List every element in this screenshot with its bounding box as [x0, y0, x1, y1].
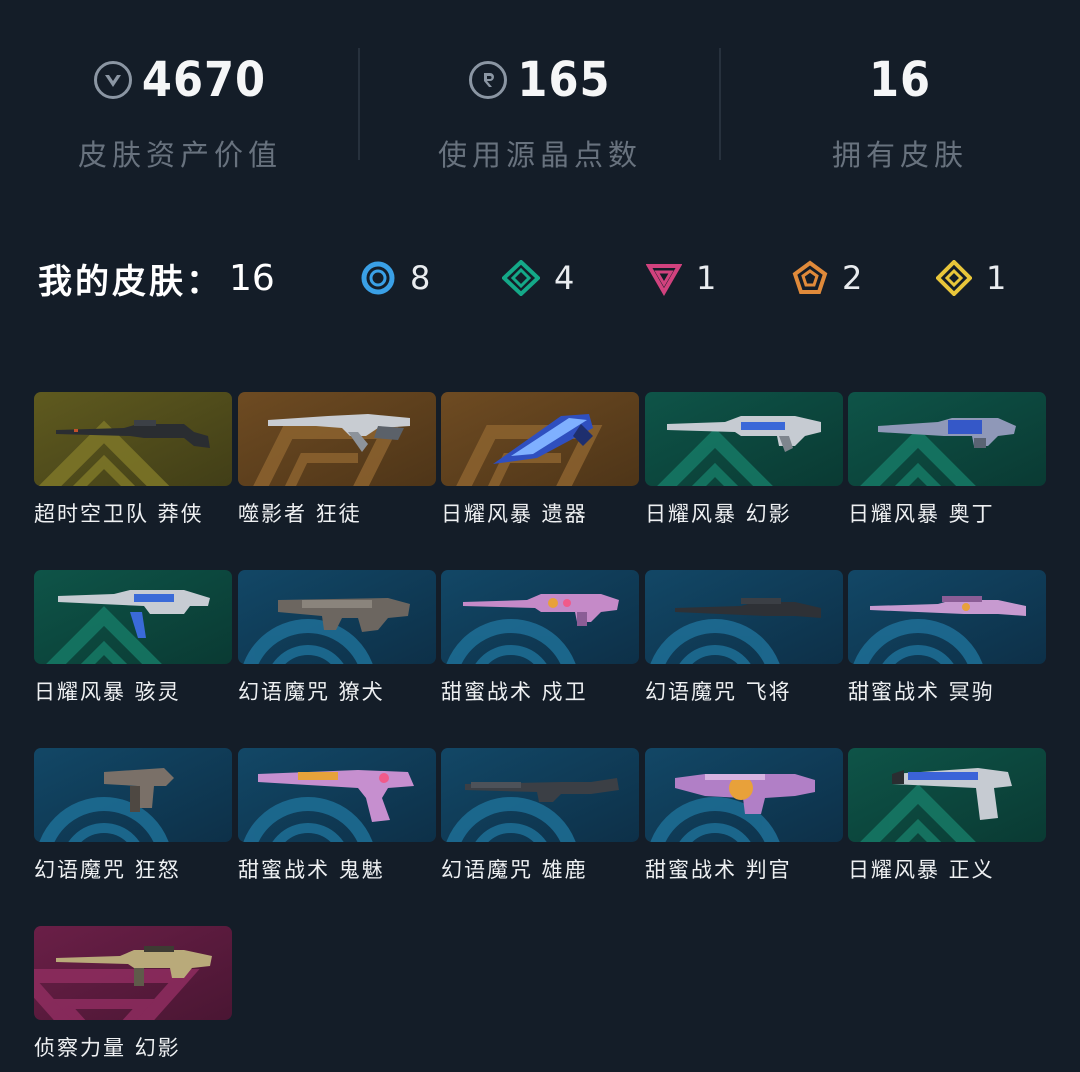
skin-card[interactable]: 日耀风暴 正义 — [848, 748, 1046, 882]
skin-thumbnail[interactable] — [34, 392, 232, 486]
skin-thumbnail[interactable] — [441, 392, 639, 486]
skin-thumbnail[interactable] — [34, 570, 232, 664]
select-tier-count: 8 — [410, 259, 431, 297]
skin-name: 幻语魔咒 飞将 — [645, 680, 792, 704]
skin-card[interactable]: 日耀风暴 骇灵 — [34, 570, 232, 704]
stat-radianite: 165 使用源晶点数 — [360, 0, 720, 200]
skin-name: 日耀风暴 骇灵 — [34, 680, 181, 704]
skin-card[interactable]: 噬影者 狂徒 — [238, 392, 436, 526]
deluxe-tier-count: 4 — [554, 259, 575, 297]
weapon-image — [258, 770, 414, 822]
skin-card[interactable]: 甜蜜战术 冥驹 — [848, 570, 1046, 704]
skin-name: 甜蜜战术 判官 — [645, 858, 792, 882]
skin-thumbnail[interactable] — [848, 392, 1046, 486]
skin-name: 甜蜜战术 鬼魅 — [238, 858, 385, 882]
ultra-tier-icon — [792, 260, 828, 294]
skin-card[interactable]: 日耀风暴 遗器 — [441, 392, 639, 526]
skin-name: 日耀风暴 幻影 — [645, 502, 792, 526]
weapon-image — [56, 420, 210, 448]
skin-card[interactable]: 甜蜜战术 戍卫 — [441, 570, 639, 704]
weapon-image — [667, 416, 821, 452]
skin-name: 幻语魔咒 雄鹿 — [441, 858, 588, 882]
premium-tier-icon — [646, 264, 682, 296]
weapon-image — [268, 414, 410, 452]
tier-select: 8 — [360, 256, 430, 300]
skin-card[interactable]: 甜蜜战术 鬼魅 — [238, 748, 436, 882]
deluxe-tier-icon — [502, 260, 540, 296]
skin-card[interactable]: 甜蜜战术 判官 — [645, 748, 843, 882]
radianite-points-icon — [469, 61, 508, 99]
weapon-image — [675, 598, 821, 618]
skin-name: 日耀风暴 正义 — [848, 858, 995, 882]
skin-card[interactable]: 侦察力量 幻影 — [34, 926, 232, 1060]
radianite-value: 165 — [517, 52, 611, 108]
weapon-image — [870, 596, 1026, 616]
my-skins-total: 16 — [229, 257, 275, 299]
radianite-label: 使用源晶点数 — [437, 138, 642, 172]
my-skins-summary: 我的皮肤： 16 — [38, 250, 275, 306]
skin-thumbnail[interactable] — [34, 748, 232, 842]
skin-name: 幻语魔咒 獠犬 — [238, 680, 385, 704]
weapon-image — [463, 594, 619, 626]
my-skins-label: 我的皮肤： — [38, 261, 223, 302]
skin-thumbnail[interactable] — [645, 392, 843, 486]
skin-card[interactable]: 幻语魔咒 飞将 — [645, 570, 843, 704]
skin-thumbnail[interactable] — [238, 392, 436, 486]
ultra-tier-count: 2 — [842, 259, 863, 297]
stat-owned-skins: 16 拥有皮肤 — [720, 0, 1080, 200]
stat-asset-value: 4670 皮肤资产价值 — [0, 0, 360, 200]
weapon-image — [493, 414, 593, 464]
skin-name: 超时空卫队 莽侠 — [34, 502, 204, 526]
owned-skins-label: 拥有皮肤 — [831, 138, 968, 172]
asset-value: 4670 — [141, 52, 267, 108]
weapon-image — [892, 768, 1012, 820]
skin-thumbnail[interactable] — [645, 748, 843, 842]
skin-name: 甜蜜战术 冥驹 — [848, 680, 995, 704]
skin-name: 甜蜜战术 戍卫 — [441, 680, 588, 704]
skin-thumbnail[interactable] — [34, 926, 232, 1020]
skin-thumbnail[interactable] — [848, 748, 1046, 842]
skin-card[interactable]: 幻语魔咒 狂怒 — [34, 748, 232, 882]
stats-bar: 4670 皮肤资产价值 165 使用源晶点数 16 拥有皮肤 — [0, 0, 1080, 200]
skin-name: 日耀风暴 奥丁 — [848, 502, 995, 526]
skin-thumbnail[interactable] — [238, 748, 436, 842]
asset-value-label: 皮肤资产价值 — [77, 138, 282, 172]
skin-card[interactable]: 幻语魔咒 雄鹿 — [441, 748, 639, 882]
skin-thumbnail[interactable] — [441, 570, 639, 664]
weapon-image — [104, 768, 174, 812]
exclusive-tier-count: 1 — [986, 259, 1007, 297]
skin-thumbnail[interactable] — [238, 570, 436, 664]
exclusive-tier-icon — [936, 260, 972, 296]
skin-name: 侦察力量 幻影 — [34, 1036, 181, 1060]
skin-card[interactable]: 超时空卫队 莽侠 — [34, 392, 232, 526]
weapon-image — [878, 418, 1016, 448]
weapon-image — [675, 774, 815, 814]
weapon-image — [278, 598, 410, 632]
tier-deluxe: 4 — [502, 256, 574, 300]
skin-thumbnail[interactable] — [441, 748, 639, 842]
skin-name: 噬影者 狂徒 — [238, 502, 362, 526]
weapon-image — [56, 946, 212, 986]
skin-card[interactable]: 日耀风暴 幻影 — [645, 392, 843, 526]
skin-thumbnail[interactable] — [848, 570, 1046, 664]
weapon-image — [465, 778, 619, 802]
valorant-points-icon — [93, 61, 132, 99]
tier-premium: 1 — [646, 256, 716, 300]
owned-skins-value: 16 — [868, 52, 932, 108]
skin-card[interactable]: 幻语魔咒 獠犬 — [238, 570, 436, 704]
weapon-image — [58, 590, 210, 638]
select-tier-icon — [361, 261, 395, 295]
premium-tier-count: 1 — [696, 259, 717, 297]
skin-thumbnail[interactable] — [645, 570, 843, 664]
tier-exclusive: 1 — [936, 256, 1006, 300]
tier-ultra: 2 — [792, 256, 862, 300]
skin-card[interactable]: 日耀风暴 奥丁 — [848, 392, 1046, 526]
skin-name: 日耀风暴 遗器 — [441, 502, 588, 526]
skin-name: 幻语魔咒 狂怒 — [34, 858, 181, 882]
